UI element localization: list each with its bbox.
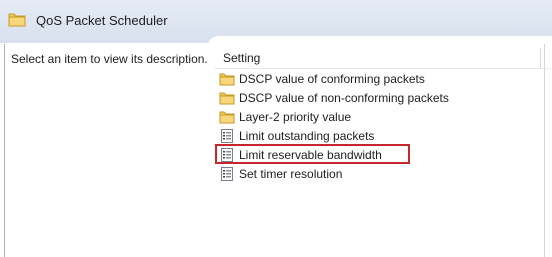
- list-item[interactable]: Limit reservable bandwidth: [219, 145, 449, 164]
- list-item-label: Layer-2 priority value: [239, 109, 352, 124]
- list-item-label: DSCP value of conforming packets: [239, 71, 425, 86]
- policy-setting-icon: [219, 166, 235, 182]
- list-item-label: Set timer resolution: [239, 166, 343, 181]
- policy-setting-icon: [219, 147, 235, 163]
- policy-setting-icon: [219, 128, 235, 144]
- list-item-label: Limit reservable bandwidth: [239, 147, 382, 162]
- folder-icon: [219, 71, 235, 87]
- settings-list: DSCP value of conforming packets DSCP va…: [219, 69, 449, 183]
- folder-icon: [219, 90, 235, 106]
- list-item[interactable]: Limit outstanding packets: [219, 126, 449, 145]
- column-header-setting[interactable]: Setting: [215, 48, 551, 69]
- settings-list-pane: Setting DSCP value of conforming packets: [207, 36, 552, 257]
- pane-divider: [544, 44, 545, 257]
- list-item[interactable]: Set timer resolution: [219, 164, 449, 183]
- description-text: Select an item to view its description.: [11, 52, 208, 66]
- list-item-label: Limit outstanding packets: [239, 128, 375, 143]
- column-divider[interactable]: [540, 48, 541, 68]
- page-title: QoS Packet Scheduler: [36, 12, 168, 28]
- folder-icon: [219, 109, 235, 125]
- column-header-label: Setting: [223, 51, 261, 65]
- description-pane: Select an item to view its description.: [4, 44, 216, 257]
- list-item[interactable]: Layer-2 priority value: [219, 107, 449, 126]
- list-item-label: DSCP value of non-conforming packets: [239, 90, 449, 105]
- list-item[interactable]: DSCP value of conforming packets: [219, 69, 449, 88]
- folder-icon: [8, 11, 26, 30]
- list-item[interactable]: DSCP value of non-conforming packets: [219, 88, 449, 107]
- header-title: QoS Packet Scheduler: [8, 8, 168, 32]
- gpo-editor-panel: QoS Packet Scheduler Select an item to v…: [0, 0, 552, 257]
